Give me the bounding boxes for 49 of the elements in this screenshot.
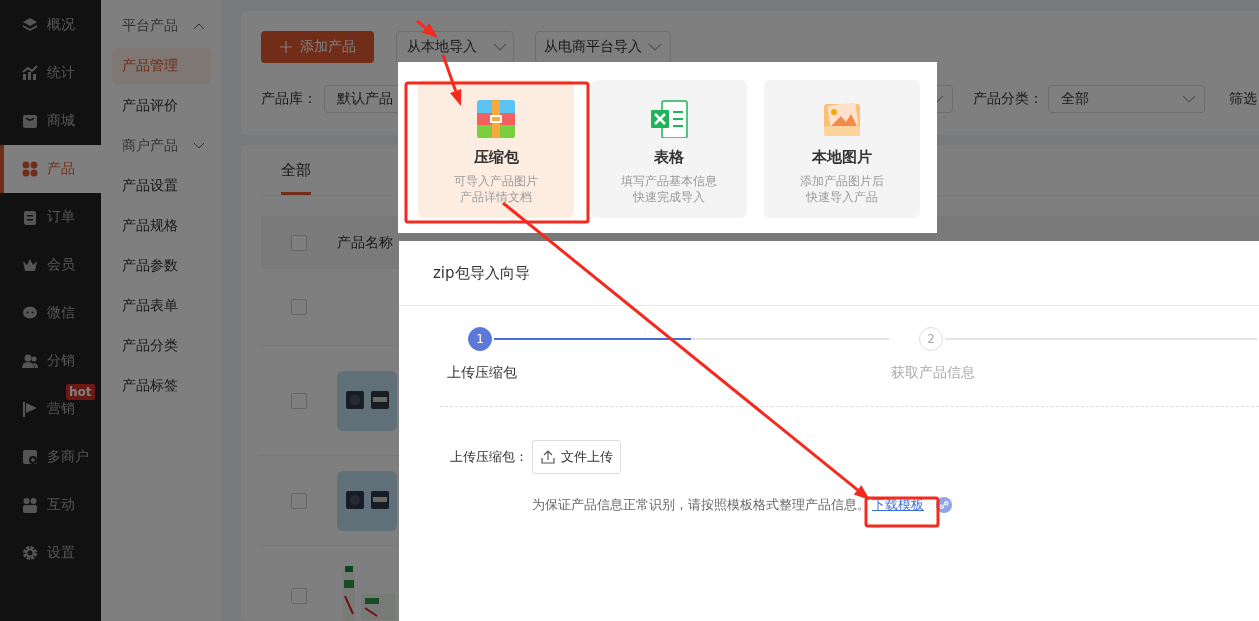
menu-group[interactable]: 商户产品 — [112, 128, 211, 164]
option-description: 快速完成导入 — [632, 189, 706, 205]
nav-item[interactable]: 商城 — [0, 97, 101, 145]
menu-item[interactable]: 产品分类 — [112, 328, 211, 364]
option-description: 可导入产品图片 — [454, 173, 538, 189]
hot-badge: hot — [66, 384, 95, 400]
import-dropdown[interactable]: 从本地导入 — [396, 31, 514, 63]
import-option[interactable]: 表格 填写产品基本信息 快速完成导入 — [591, 80, 747, 218]
menu-item[interactable]: 产品规格 — [112, 208, 211, 244]
nav-item[interactable]: 产品 — [0, 145, 101, 193]
field-label: 上传压缩包： — [450, 448, 529, 466]
nav-item[interactable]: 设置 — [0, 529, 101, 577]
option-description: 产品详情文档 — [459, 189, 533, 205]
menu-group[interactable]: 平台产品 — [112, 8, 211, 44]
nav-item[interactable]: 订单 — [0, 193, 101, 241]
step-label: 上传压缩包 — [446, 363, 518, 381]
column-header: 产品名称 — [337, 233, 393, 252]
hint-text: 为保证产品信息正常识别，请按照模板格式整理产品信息。 — [532, 496, 870, 514]
menu-item[interactable]: 产品评价 — [112, 88, 211, 124]
menu-item[interactable]: 产品设置 — [112, 168, 211, 204]
menu-item[interactable]: 产品管理 — [112, 48, 211, 84]
import-dropdown[interactable]: 从电商平台导入 — [535, 31, 671, 63]
menu-item[interactable]: 产品标签 — [112, 368, 211, 404]
menu-item[interactable]: 产品表单 — [112, 288, 211, 324]
step-number: 1 — [468, 327, 492, 351]
step-label: 获取产品信息 — [891, 363, 975, 381]
nav-item[interactable]: 多商户 — [0, 433, 101, 481]
import-option[interactable]: 本地图片 添加产品图片后 快速导入产品 — [764, 80, 920, 218]
nav-item[interactable]: 概况 — [0, 1, 101, 49]
nav-item[interactable]: 会员 — [0, 241, 101, 289]
category-select[interactable]: 全部 — [1048, 85, 1205, 113]
dialog-title: zip包导入向导 — [399, 241, 1259, 306]
nav-item[interactable]: 微信 — [0, 289, 101, 337]
filter-label: 筛选 — [1229, 90, 1257, 108]
nav-item[interactable]: 统计 — [0, 49, 101, 97]
nav-item[interactable]: 互动 — [0, 481, 101, 529]
option-description: 填写产品基本信息 — [621, 173, 717, 189]
option-description: 快速导入产品 — [805, 189, 879, 205]
filter-label: 产品分类： — [973, 90, 1044, 108]
upload-button[interactable]: 文件上传 — [532, 440, 621, 474]
nav-item[interactable]: hot 营销 — [0, 385, 101, 433]
step-number: 2 — [919, 327, 943, 351]
option-description: 添加产品图片后 — [800, 173, 884, 189]
download-link[interactable]: 下载模板 — [872, 496, 924, 514]
import-option[interactable]: 压缩包 可导入产品图片 产品详情文档 — [418, 80, 574, 218]
menu-item[interactable]: 产品参数 — [112, 248, 211, 284]
tab[interactable]: 全部 — [281, 146, 311, 195]
add-product-button[interactable]: 添加产品 — [261, 31, 374, 63]
filter-label: 产品库： — [261, 90, 318, 108]
